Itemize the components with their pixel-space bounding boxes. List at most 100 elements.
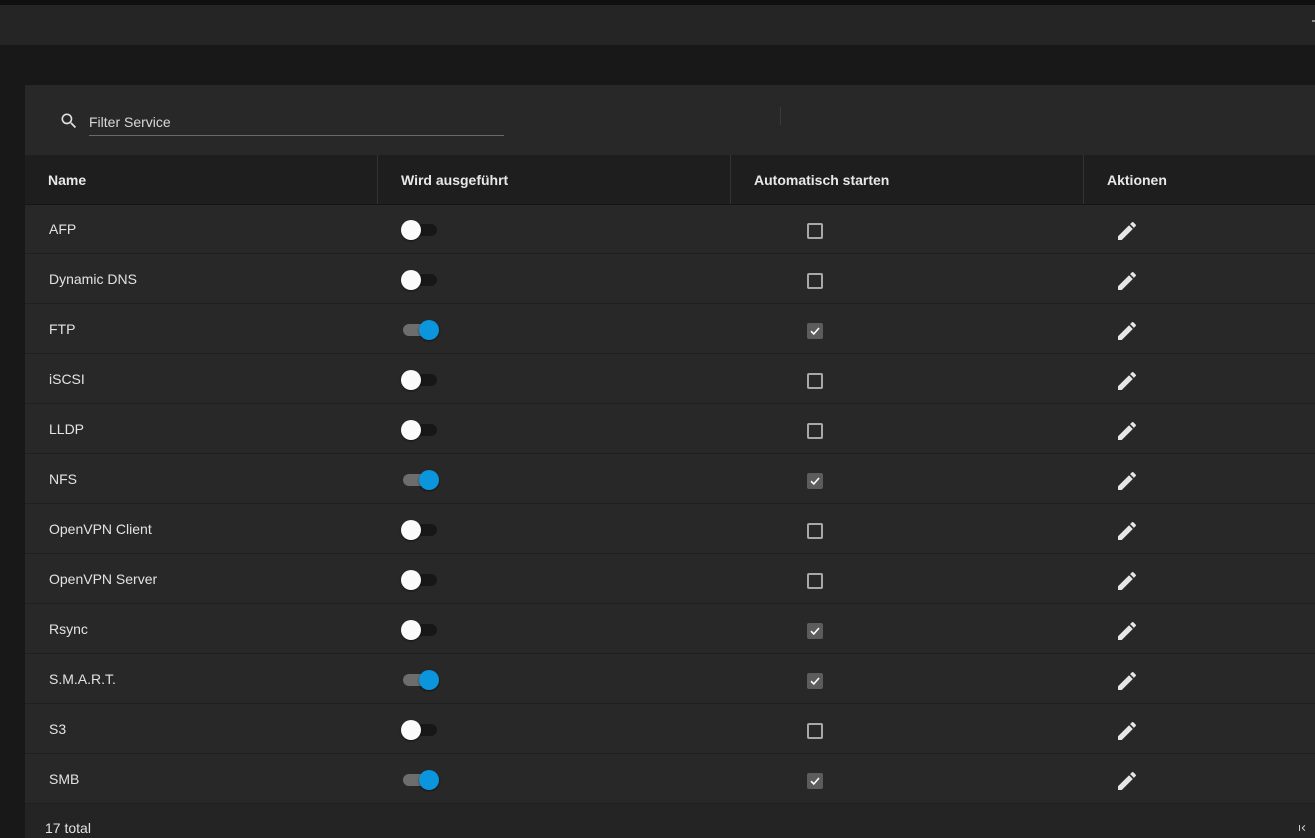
toggle-thumb: [401, 720, 421, 740]
total-count: 17 total: [45, 820, 91, 836]
column-header-name[interactable]: Name: [25, 155, 378, 204]
table-row: SMB: [25, 754, 1315, 804]
table-row: iSCSI: [25, 354, 1315, 404]
toggle-thumb: [419, 670, 439, 690]
autostart-checkbox[interactable]: [807, 473, 823, 489]
toggle-thumb: [419, 320, 439, 340]
autostart-checkbox[interactable]: [807, 423, 823, 439]
autostart-checkbox[interactable]: [807, 373, 823, 389]
toggle-thumb: [419, 770, 439, 790]
search-icon: [61, 113, 77, 129]
edit-service-button[interactable]: [1115, 419, 1139, 443]
service-name: iSCSI: [49, 371, 85, 387]
pencil-icon: [1118, 771, 1137, 790]
edit-service-button[interactable]: [1115, 319, 1139, 343]
running-toggle[interactable]: [401, 270, 439, 290]
toggle-thumb: [401, 220, 421, 240]
pencil-icon: [1118, 721, 1137, 740]
toggle-thumb: [401, 620, 421, 640]
running-toggle[interactable]: [401, 320, 439, 340]
autostart-checkbox[interactable]: [807, 323, 823, 339]
services-card: Name Wird ausgeführt Automatisch starten…: [25, 85, 1315, 838]
running-toggle[interactable]: [401, 370, 439, 390]
table-row: OpenVPN Server: [25, 554, 1315, 604]
toggle-thumb: [401, 370, 421, 390]
table-row: FTP: [25, 304, 1315, 354]
edit-service-button[interactable]: [1115, 519, 1139, 543]
service-name: LLDP: [49, 421, 85, 437]
pencil-icon: [1118, 421, 1137, 440]
toggle-thumb: [401, 420, 421, 440]
running-toggle[interactable]: [401, 620, 439, 640]
check-icon: [810, 327, 820, 336]
autostart-checkbox[interactable]: [807, 223, 823, 239]
service-name: OpenVPN Server: [49, 571, 158, 587]
edit-service-button[interactable]: [1115, 769, 1139, 793]
pencil-icon: [1118, 471, 1137, 490]
edit-service-button[interactable]: [1115, 669, 1139, 693]
edit-service-button[interactable]: [1115, 369, 1139, 393]
edit-service-button[interactable]: [1115, 719, 1139, 743]
running-toggle[interactable]: [401, 570, 439, 590]
filter-service-input[interactable]: [89, 109, 504, 136]
check-icon: [810, 477, 820, 486]
autostart-checkbox[interactable]: [807, 673, 823, 689]
running-toggle[interactable]: [401, 720, 439, 740]
table-row: S3: [25, 704, 1315, 754]
page-header-bar: [0, 5, 1315, 45]
running-toggle[interactable]: [401, 470, 439, 490]
edit-service-button[interactable]: [1115, 469, 1139, 493]
autostart-checkbox[interactable]: [807, 723, 823, 739]
pencil-icon: [1118, 321, 1137, 340]
table-row: Rsync: [25, 604, 1315, 654]
edit-service-button[interactable]: [1115, 219, 1139, 243]
autostart-checkbox[interactable]: [807, 273, 823, 289]
table-footer: 17 total: [25, 804, 1315, 838]
table-header: Name Wird ausgeführt Automatisch starten…: [25, 155, 1315, 205]
service-name: Dynamic DNS: [49, 271, 137, 287]
autostart-checkbox[interactable]: [807, 773, 823, 789]
toggle-thumb: [401, 270, 421, 290]
toggle-thumb: [401, 570, 421, 590]
table-row: OpenVPN Client: [25, 504, 1315, 554]
edit-service-button[interactable]: [1115, 619, 1139, 643]
pencil-icon: [1118, 221, 1137, 240]
edit-service-button[interactable]: [1115, 269, 1139, 293]
service-name: FTP: [49, 321, 76, 337]
pencil-icon: [1118, 671, 1137, 690]
table-row: Dynamic DNS: [25, 254, 1315, 304]
service-name: SMB: [49, 771, 80, 787]
check-icon: [810, 777, 820, 786]
check-icon: [810, 627, 820, 636]
first-page-icon[interactable]: [1296, 822, 1308, 834]
running-toggle[interactable]: [401, 670, 439, 690]
column-header-actions: Aktionen: [1083, 155, 1315, 204]
table-row: S.M.A.R.T.: [25, 654, 1315, 704]
toggle-thumb: [419, 470, 439, 490]
running-toggle[interactable]: [401, 420, 439, 440]
service-name: Rsync: [49, 621, 88, 637]
running-toggle[interactable]: [401, 770, 439, 790]
filter-bar: [25, 85, 1315, 156]
pencil-icon: [1118, 371, 1137, 390]
running-toggle[interactable]: [401, 220, 439, 240]
table-row: AFP: [25, 204, 1315, 254]
autostart-checkbox[interactable]: [807, 523, 823, 539]
column-header-autostart[interactable]: Automatisch starten: [730, 155, 1084, 204]
column-header-running[interactable]: Wird ausgeführt: [377, 155, 731, 204]
check-icon: [810, 677, 820, 686]
running-toggle[interactable]: [401, 520, 439, 540]
table-row: NFS: [25, 454, 1315, 504]
edit-service-button[interactable]: [1115, 569, 1139, 593]
autostart-checkbox[interactable]: [807, 573, 823, 589]
service-name: AFP: [49, 221, 77, 237]
pencil-icon: [1118, 271, 1137, 290]
service-name: NFS: [49, 471, 77, 487]
autostart-checkbox[interactable]: [807, 623, 823, 639]
toggle-thumb: [401, 520, 421, 540]
table-row: LLDP: [25, 404, 1315, 454]
service-name: OpenVPN Client: [49, 521, 152, 537]
toolbar-divider: [780, 107, 781, 125]
pencil-icon: [1118, 571, 1137, 590]
pencil-icon: [1118, 521, 1137, 540]
